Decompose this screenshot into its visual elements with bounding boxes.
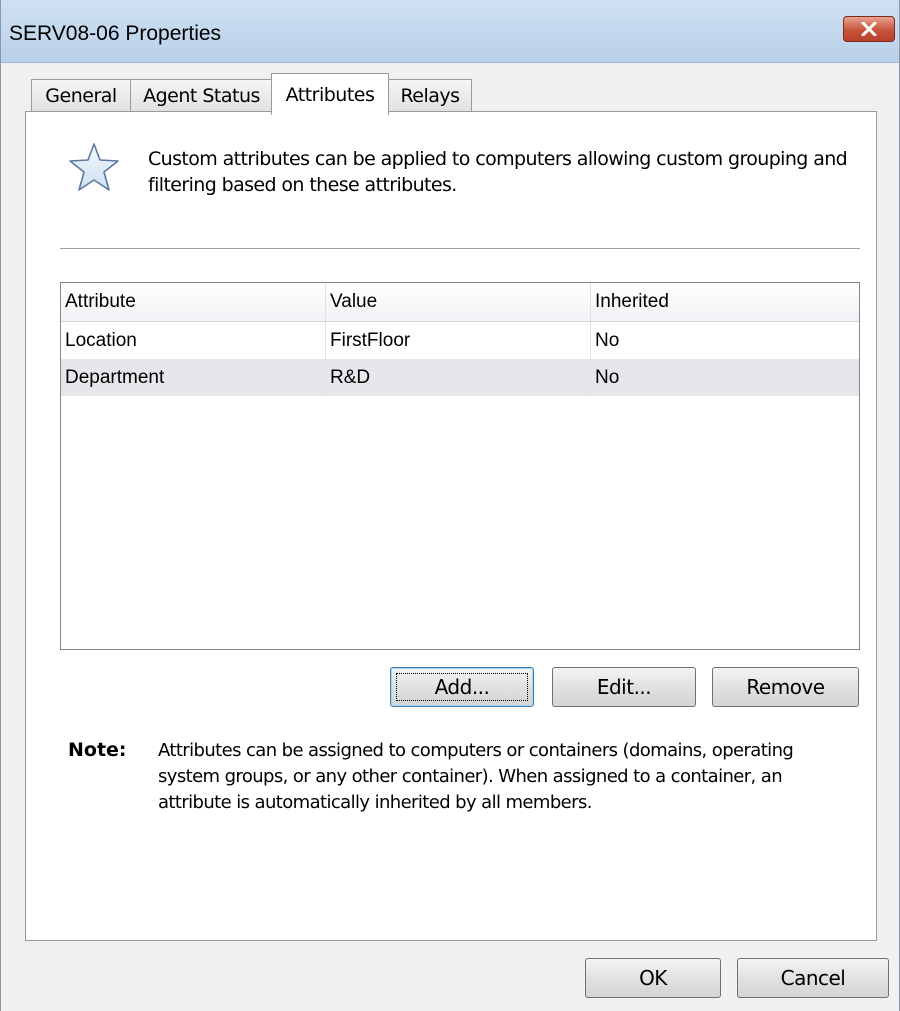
divider bbox=[60, 248, 860, 249]
edit-button-label: Edit... bbox=[596, 675, 652, 699]
cell-value: R&D bbox=[326, 359, 591, 396]
remove-button[interactable]: Remove bbox=[712, 667, 859, 707]
tab-relays[interactable]: Relays bbox=[388, 79, 472, 111]
table-row[interactable]: Location FirstFloor No bbox=[61, 322, 859, 359]
list-header: Attribute Value Inherited bbox=[61, 283, 859, 322]
table-row[interactable]: Department R&D No bbox=[61, 359, 859, 396]
cell-attribute: Location bbox=[61, 322, 326, 359]
cell-value: FirstFloor bbox=[326, 322, 591, 359]
ok-button[interactable]: OK bbox=[585, 958, 721, 998]
tab-agent-status[interactable]: Agent Status bbox=[130, 79, 273, 111]
note-label: Note: bbox=[68, 739, 127, 761]
focus-rectangle bbox=[396, 673, 528, 701]
attributes-description: Custom attributes can be applied to comp… bbox=[148, 148, 848, 196]
tab-general[interactable]: General bbox=[31, 79, 131, 111]
title-bar: SERV08-06 Properties bbox=[1, 0, 899, 63]
cell-inherited: No bbox=[595, 330, 620, 351]
cancel-button[interactable]: Cancel bbox=[737, 958, 889, 998]
ok-button-label: OK bbox=[639, 966, 667, 990]
remove-button-label: Remove bbox=[746, 675, 825, 699]
cancel-button-label: Cancel bbox=[780, 966, 846, 990]
star-icon bbox=[69, 143, 119, 191]
note-text: Attributes can be assigned to computers … bbox=[158, 740, 794, 813]
properties-dialog: SERV08-06 Properties General Agent Statu… bbox=[0, 0, 900, 1011]
tab-attributes[interactable]: Attributes bbox=[271, 73, 389, 115]
cell-inherited: No bbox=[595, 367, 620, 388]
close-button[interactable] bbox=[843, 16, 895, 42]
attributes-panel: Custom attributes can be applied to comp… bbox=[25, 111, 877, 941]
column-header-value[interactable]: Value bbox=[326, 283, 591, 321]
cell-attribute: Department bbox=[61, 359, 326, 396]
window-title: SERV08-06 Properties bbox=[9, 22, 222, 45]
column-header-inherited[interactable]: Inherited bbox=[591, 283, 859, 321]
close-icon bbox=[861, 22, 877, 36]
attributes-list[interactable]: Attribute Value Inherited Location First… bbox=[60, 282, 860, 650]
edit-button[interactable]: Edit... bbox=[552, 667, 696, 707]
column-header-attribute[interactable]: Attribute bbox=[61, 283, 326, 321]
add-button[interactable]: Add... bbox=[390, 667, 534, 707]
